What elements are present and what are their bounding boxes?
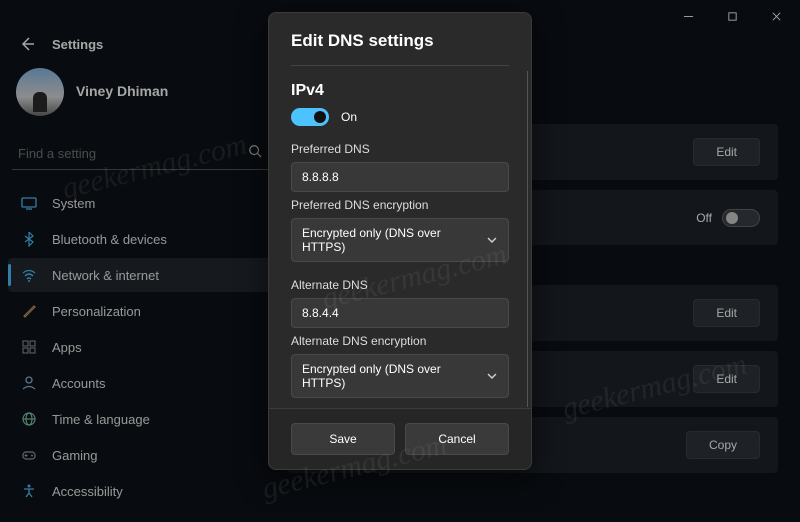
edit-dns-modal: Edit DNS settings IPv4 On Preferred DNS … (268, 12, 532, 470)
alternate-dns-label: Alternate DNS (291, 278, 509, 292)
preferred-enc-select[interactable]: Encrypted only (DNS over HTTPS) (291, 218, 509, 262)
modal-title: Edit DNS settings (291, 31, 509, 51)
select-value: Encrypted only (DNS over HTTPS) (302, 362, 486, 390)
ipv4-toggle[interactable] (291, 108, 329, 126)
alternate-enc-label: Alternate DNS encryption (291, 334, 509, 348)
chevron-down-icon (486, 370, 498, 382)
preferred-enc-label: Preferred DNS encryption (291, 198, 509, 212)
scrollbar[interactable] (527, 71, 528, 407)
divider (291, 65, 509, 66)
alternate-enc-select[interactable]: Encrypted only (DNS over HTTPS) (291, 354, 509, 398)
preferred-dns-label: Preferred DNS (291, 142, 509, 156)
chevron-down-icon (486, 234, 498, 246)
preferred-dns-input[interactable] (291, 162, 509, 192)
cancel-button[interactable]: Cancel (405, 423, 509, 455)
ipv4-heading: IPv4 (291, 82, 509, 100)
save-button[interactable]: Save (291, 423, 395, 455)
select-value: Encrypted only (DNS over HTTPS) (302, 226, 486, 254)
toggle-on-label: On (341, 110, 357, 124)
alternate-dns-input[interactable] (291, 298, 509, 328)
